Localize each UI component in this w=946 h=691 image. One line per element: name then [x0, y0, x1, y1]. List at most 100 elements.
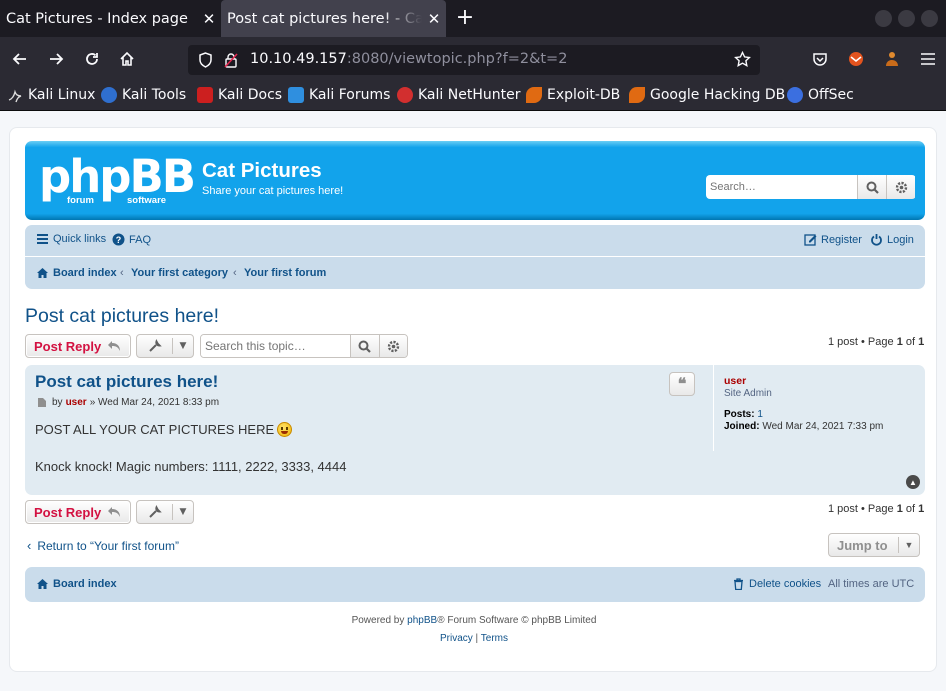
site-name: Cat Pictures	[202, 159, 322, 182]
breadcrumb-category[interactable]: Your first category	[131, 267, 228, 279]
bookmark-label: Kali Forums	[309, 87, 391, 103]
bookmark-label: Kali Docs	[218, 87, 283, 103]
pagination-of: of	[902, 336, 919, 348]
pagination-total: 1	[918, 503, 925, 515]
logo-text: phpBB	[39, 150, 196, 203]
bookmarks-toolbar: Kali Linux Kali Tools Kali Docs Kali For…	[0, 81, 946, 111]
url-text[interactable]: 10.10.49.157:8080/viewtopic.php?f=2&t=2	[250, 51, 567, 67]
site-description: Share your cat pictures here!	[202, 185, 344, 197]
chevron-down-icon: ▼	[172, 504, 193, 520]
tab-index-page[interactable]: Cat Pictures - Index page ✕	[0, 0, 221, 37]
register-link[interactable]: Register	[804, 233, 862, 246]
reload-icon[interactable]	[77, 44, 107, 74]
post-author-username[interactable]: user	[66, 397, 87, 408]
breadcrumb-board-index[interactable]: Board index	[36, 267, 117, 279]
phpbb-link[interactable]: phpBB	[407, 615, 437, 626]
bookmark-label: Kali NetHunter	[418, 87, 521, 103]
new-tab-plus-icon[interactable]: +	[452, 5, 478, 31]
topic-search-button[interactable]	[350, 335, 379, 357]
back-arrow-icon[interactable]	[5, 44, 35, 74]
quote-icon: ❝	[677, 376, 687, 393]
hamburger-menu-icon[interactable]	[913, 44, 943, 74]
forward-arrow-icon[interactable]	[41, 44, 71, 74]
delete-cookies-link[interactable]: Delete cookies	[733, 578, 821, 590]
ghdb-icon	[629, 87, 645, 103]
profile-posts-count[interactable]: 1	[757, 409, 763, 420]
profile-rank: Site Admin	[724, 388, 772, 399]
post-reply-button[interactable]: Post Reply	[25, 334, 131, 358]
footer-board-index-link[interactable]: Board index	[36, 578, 117, 590]
post-reply-button-bottom[interactable]: Post Reply	[25, 500, 131, 524]
bookmark-label: Google Hacking DB	[650, 87, 786, 103]
extension-wappalyzer-icon[interactable]	[877, 44, 907, 74]
jump-to-dropdown[interactable]: Jump to ▼	[828, 533, 920, 557]
bookmark-kali-tools[interactable]: Kali Tools	[101, 87, 186, 103]
reply-arrow-icon	[108, 341, 121, 351]
maximize-window-button[interactable]	[898, 10, 915, 27]
bookmark-kali-nethunter[interactable]: Kali NetHunter	[397, 87, 520, 103]
back-to-top-chevron-icon[interactable]: ▲	[906, 475, 920, 489]
post-by-label: by	[52, 397, 63, 408]
post-content: POST ALL YOUR CAT PICTURES HERE Knock kn…	[35, 420, 346, 476]
topic-title[interactable]: Post cat pictures here!	[25, 305, 219, 328]
timezone-label: All times are UTC	[828, 578, 915, 590]
topic-tools-dropdown-bottom[interactable]: ▼	[136, 500, 194, 524]
return-to-forum-link[interactable]: ‹ Return to “Your first forum”	[27, 538, 179, 553]
home-icon	[37, 579, 48, 589]
advanced-search-button[interactable]	[886, 175, 915, 199]
close-window-button[interactable]	[921, 10, 938, 27]
bookmark-offsec[interactable]: OffSec	[787, 87, 854, 103]
topic-advanced-search-button[interactable]	[378, 335, 407, 357]
quick-links-menu[interactable]: Quick links	[36, 233, 106, 245]
tab-active-topic[interactable]: Post cat pictures here! - Cat Pictures ✕	[221, 0, 446, 37]
bookmark-kali-forums[interactable]: Kali Forums	[288, 87, 390, 103]
faq-link[interactable]: ? FAQ	[112, 233, 151, 246]
minimize-window-button[interactable]	[875, 10, 892, 27]
smiley-emoji-icon	[277, 422, 293, 437]
kali-docs-icon	[197, 87, 213, 103]
topic-tools-dropdown[interactable]: ▼	[136, 334, 194, 358]
close-icon[interactable]: ✕	[197, 10, 221, 28]
question-circle-icon: ?	[112, 233, 125, 246]
return-link-label: Return to “Your first forum”	[37, 538, 179, 553]
privacy-link[interactable]: Privacy	[440, 633, 473, 644]
post-subject[interactable]: Post cat pictures here!	[35, 372, 218, 392]
reply-arrow-icon	[108, 507, 121, 517]
bookmark-star-icon[interactable]	[734, 50, 751, 72]
delete-cookies-label: Delete cookies	[749, 578, 822, 590]
home-icon[interactable]	[112, 44, 142, 74]
search-button[interactable]	[857, 175, 886, 199]
login-link[interactable]: Login	[870, 233, 914, 246]
kali-forums-icon	[288, 87, 304, 103]
search-icon	[358, 340, 372, 353]
breadcrumb-forum[interactable]: Your first forum	[244, 267, 326, 279]
logo-sub-forum: forum	[67, 195, 94, 206]
extension-foxyproxy-icon[interactable]	[841, 44, 871, 74]
url-bar[interactable]: 10.10.49.157:8080/viewtopic.php?f=2&t=2	[188, 45, 760, 75]
kali-tools-icon	[101, 87, 117, 103]
profile-username[interactable]: user	[724, 375, 746, 387]
quote-button[interactable]: ❝	[669, 372, 695, 396]
footer-links: Privacy | Terms	[10, 633, 938, 644]
powered-suffix: ® Forum Software © phpBB Limited	[437, 615, 597, 626]
bookmark-kali-linux[interactable]: Kali Linux	[7, 87, 95, 103]
bookmark-google-hacking-db[interactable]: Google Hacking DB	[629, 87, 785, 103]
profile-joined: Joined: Wed Mar 24, 2021 7:33 pm	[724, 421, 883, 432]
exploit-db-icon	[526, 87, 542, 103]
bookmark-exploit-db[interactable]: Exploit-DB	[526, 87, 620, 103]
browser-tab-bar: Cat Pictures - Index page ✕ Post cat pic…	[0, 0, 946, 37]
site-header: phpBB forum software Cat Pictures Share …	[25, 141, 925, 220]
terms-link[interactable]: Terms	[481, 633, 508, 644]
close-icon[interactable]: ✕	[422, 10, 446, 28]
insecure-lock-icon[interactable]	[224, 52, 238, 72]
gear-icon	[387, 340, 399, 352]
pocket-icon[interactable]	[805, 44, 835, 74]
phpbb-logo[interactable]: phpBB forum software	[39, 150, 196, 209]
topic-search-input[interactable]	[201, 335, 350, 357]
header-search-input[interactable]	[706, 175, 857, 199]
home-icon	[37, 268, 48, 278]
tracking-shield-icon[interactable]	[198, 52, 213, 72]
bookmark-kali-docs[interactable]: Kali Docs	[197, 87, 282, 103]
post-file-icon[interactable]	[37, 397, 47, 408]
quick-links-label: Quick links	[53, 233, 107, 245]
